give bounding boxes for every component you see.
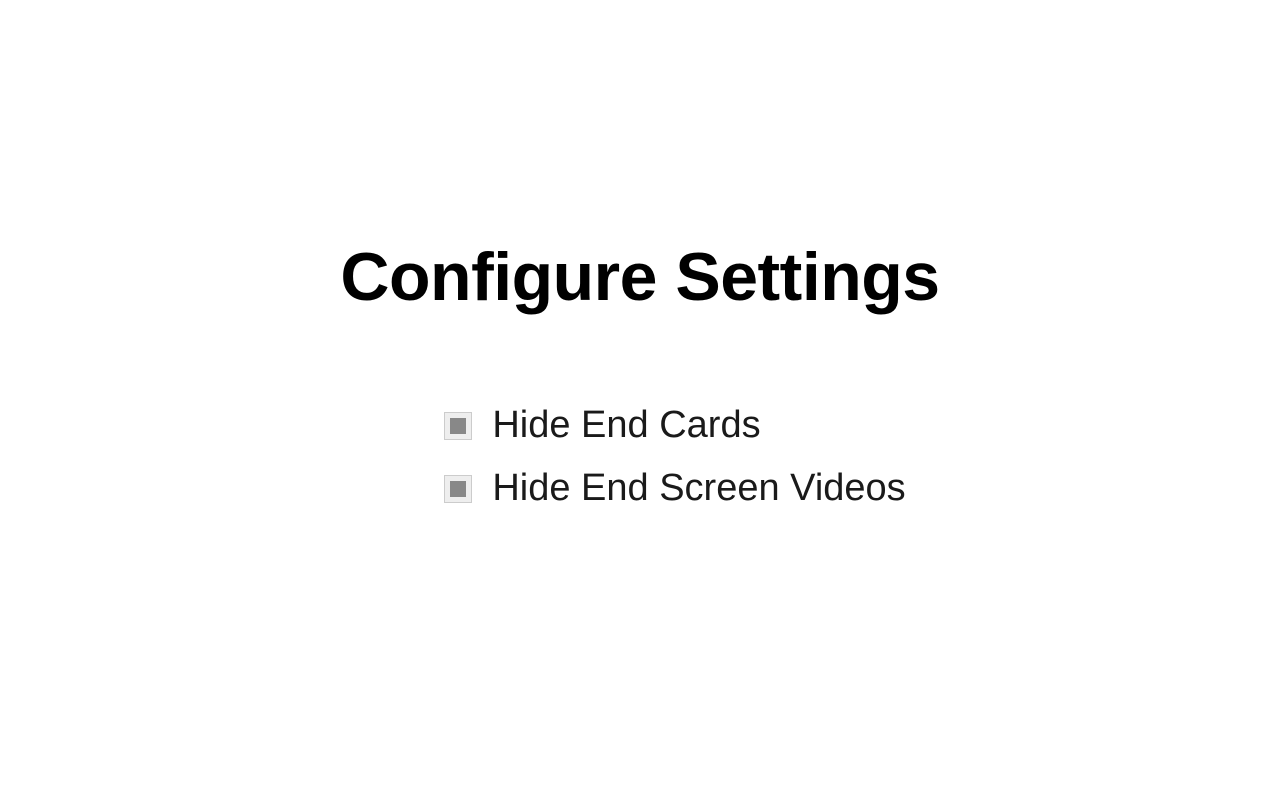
checkbox-hide-end-cards[interactable] bbox=[444, 412, 472, 440]
option-hide-end-screen-videos: Hide End Screen Videos bbox=[444, 467, 905, 510]
checkbox-hide-end-screen-videos[interactable] bbox=[444, 475, 472, 503]
option-label: Hide End Screen Videos bbox=[492, 467, 905, 510]
settings-options: Hide End Cards Hide End Screen Videos bbox=[444, 404, 905, 510]
checkbox-indeterminate-icon bbox=[450, 418, 466, 434]
option-label: Hide End Cards bbox=[492, 404, 760, 447]
checkbox-indeterminate-icon bbox=[450, 481, 466, 497]
option-hide-end-cards: Hide End Cards bbox=[444, 404, 760, 447]
page-title: Configure Settings bbox=[340, 238, 939, 316]
